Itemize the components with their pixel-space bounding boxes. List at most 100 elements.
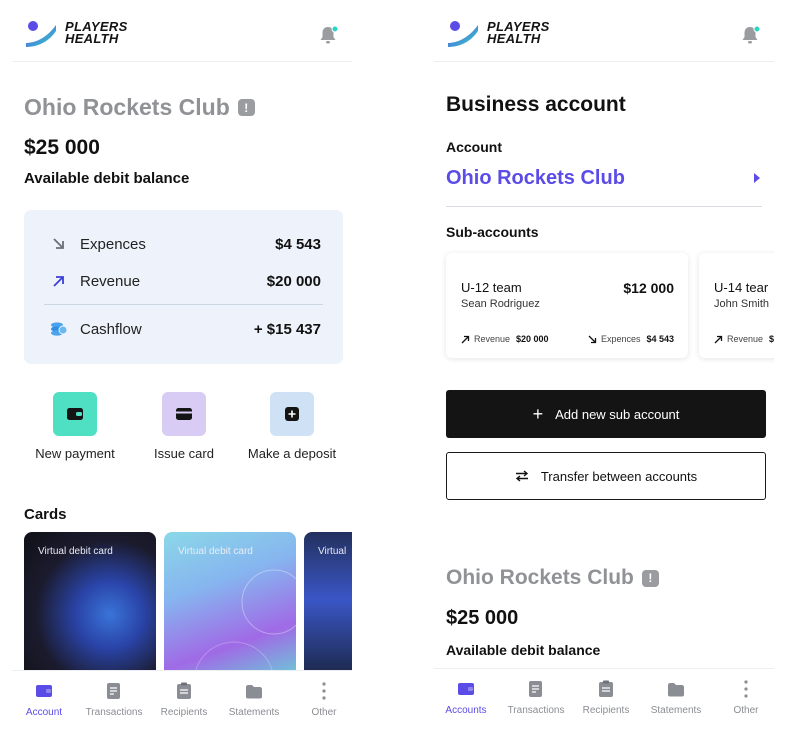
cashflow-row[interactable]: Cashflow + $15 437 xyxy=(50,317,321,341)
notification-bell-icon[interactable] xyxy=(740,24,762,46)
business-account-screen: PLAYERS HEALTH Business account Account … xyxy=(434,0,774,750)
nav-accounts[interactable]: Accounts xyxy=(434,679,501,716)
nav-other[interactable]: Other xyxy=(711,679,774,716)
summary-panel: Expences $4 543 Revenue $20 000 Cashflow… xyxy=(24,210,343,364)
sub-account-owner: Sean Rodriguez xyxy=(461,298,540,310)
revenue-value: $ xyxy=(769,334,774,344)
balance-amount: $25 000 xyxy=(446,607,519,629)
plus-icon: + xyxy=(532,404,544,424)
sub-account-team: U-14 tear xyxy=(714,280,769,295)
account-selector[interactable]: Ohio Rockets Club xyxy=(446,163,762,193)
brand-logo[interactable]: PLAYERS HEALTH xyxy=(446,19,550,47)
nav-statements-label: Statements xyxy=(650,705,702,716)
nav-account[interactable]: Account xyxy=(12,681,79,718)
nav-other[interactable]: Other xyxy=(289,681,352,718)
club-name: Ohio Rockets Club xyxy=(446,566,634,589)
more-icon xyxy=(314,681,334,701)
nav-transactions[interactable]: Transactions xyxy=(501,679,571,716)
clipboard-icon xyxy=(174,681,194,701)
issue-card-label: Issue card xyxy=(154,446,214,461)
nav-transactions-label: Transactions xyxy=(507,705,565,716)
nav-statements-label: Statements xyxy=(228,707,280,718)
club-name-heading: Ohio Rockets Club ! xyxy=(24,94,255,121)
more-icon xyxy=(736,679,756,699)
brand-mark-icon xyxy=(26,21,56,47)
virtual-debit-card[interactable]: Virtual xyxy=(304,532,352,682)
club-name-heading: Ohio Rockets Club ! xyxy=(446,566,659,590)
expences-value: $4 543 xyxy=(646,334,674,344)
brand-mark-icon xyxy=(448,21,478,47)
transfer-label: Transfer between accounts xyxy=(540,468,698,484)
coins-icon xyxy=(50,320,68,338)
sub-account-stats: Revenue $20 000 Expences $4 543 xyxy=(461,333,674,345)
nav-transactions[interactable]: Transactions xyxy=(79,681,149,718)
wallet-icon xyxy=(34,681,54,701)
nav-recipients-label: Recipients xyxy=(582,705,630,716)
app-header: PLAYERS HEALTH xyxy=(434,0,774,62)
swap-arrows-icon xyxy=(515,470,528,482)
nav-statements[interactable]: Statements xyxy=(641,679,711,716)
info-icon[interactable]: ! xyxy=(237,99,255,116)
nav-recipients[interactable]: Recipients xyxy=(149,681,219,718)
sub-account-card[interactable]: U-14 tear John Smith Revenue $ xyxy=(699,253,774,358)
balance-amount: $25 000 xyxy=(24,136,100,159)
account-overview-screen: PLAYERS HEALTH Ohio Rockets Club ! $25 0… xyxy=(12,0,352,750)
arrow-up-right-icon xyxy=(50,272,68,290)
virtual-debit-card[interactable]: Virtual debit card xyxy=(24,532,156,682)
new-payment-button[interactable]: New payment xyxy=(15,392,135,461)
plus-square-icon xyxy=(270,392,314,436)
nav-statements[interactable]: Statements xyxy=(219,681,289,718)
sub-account-card[interactable]: U-12 team Sean Rodriguez $12 000 Revenue… xyxy=(446,253,688,358)
bottom-navigation: Accounts Transactions Recipients Stateme… xyxy=(434,668,774,748)
transfer-button[interactable]: Transfer between accounts xyxy=(446,452,766,500)
card-label: Virtual debit card xyxy=(38,546,113,557)
nav-accounts-label: Accounts xyxy=(445,705,487,716)
expences-label: Expences xyxy=(600,334,641,344)
nav-other-label: Other xyxy=(733,705,759,716)
expences-value: $4 543 xyxy=(275,235,321,253)
chevron-right-icon xyxy=(754,173,760,183)
sub-account-amount: $12 000 xyxy=(623,280,674,296)
summary-divider xyxy=(44,304,323,305)
revenue-label: Revenue xyxy=(727,334,764,344)
card-label: Virtual xyxy=(318,546,347,557)
divider xyxy=(446,206,762,207)
virtual-debit-card[interactable]: Virtual debit card xyxy=(164,532,296,682)
revenue-label: Revenue xyxy=(80,272,141,290)
arrow-down-right-icon xyxy=(50,235,68,253)
make-deposit-button[interactable]: Make a deposit xyxy=(232,392,352,461)
brand-logo[interactable]: PLAYERS HEALTH xyxy=(24,19,128,47)
club-name: Ohio Rockets Club xyxy=(24,94,230,120)
arrow-up-right-icon xyxy=(461,335,470,343)
bottom-navigation: Account Transactions Recipients Statemen… xyxy=(12,670,352,750)
info-icon[interactable]: ! xyxy=(641,569,659,587)
account-name: Ohio Rockets Club xyxy=(446,166,625,189)
cashflow-label: Cashflow xyxy=(80,320,142,338)
add-sub-account-button[interactable]: + Add new sub account xyxy=(446,390,766,438)
revenue-value: $20 000 xyxy=(266,272,321,290)
sub-account-stats: Revenue $ xyxy=(714,333,774,345)
card-label: Virtual debit card xyxy=(178,546,253,557)
page-title: Business account xyxy=(446,93,626,116)
cards-heading: Cards xyxy=(24,506,67,523)
cashflow-value: + $15 437 xyxy=(253,320,321,338)
document-icon xyxy=(104,681,124,701)
wallet-icon xyxy=(456,679,476,699)
sub-account-owner: John Smith xyxy=(714,298,770,310)
nav-recipients[interactable]: Recipients xyxy=(571,679,641,716)
nav-recipients-label: Recipients xyxy=(160,707,208,718)
issue-card-button[interactable]: Issue card xyxy=(124,392,244,461)
new-payment-label: New payment xyxy=(35,446,115,461)
revenue-row[interactable]: Revenue $20 000 xyxy=(50,269,321,293)
sub-account-team: U-12 team xyxy=(461,280,522,295)
folder-icon xyxy=(244,681,264,701)
revenue-value: $20 000 xyxy=(516,334,549,344)
app-header: PLAYERS HEALTH xyxy=(12,0,352,62)
wallet-icon xyxy=(53,392,97,436)
brand-line-2: HEALTH xyxy=(65,31,119,46)
revenue-label: Revenue xyxy=(474,334,511,344)
expences-row[interactable]: Expences $4 543 xyxy=(50,232,321,256)
folder-icon xyxy=(666,679,686,699)
notification-bell-icon[interactable] xyxy=(318,24,340,46)
document-icon xyxy=(526,679,546,699)
